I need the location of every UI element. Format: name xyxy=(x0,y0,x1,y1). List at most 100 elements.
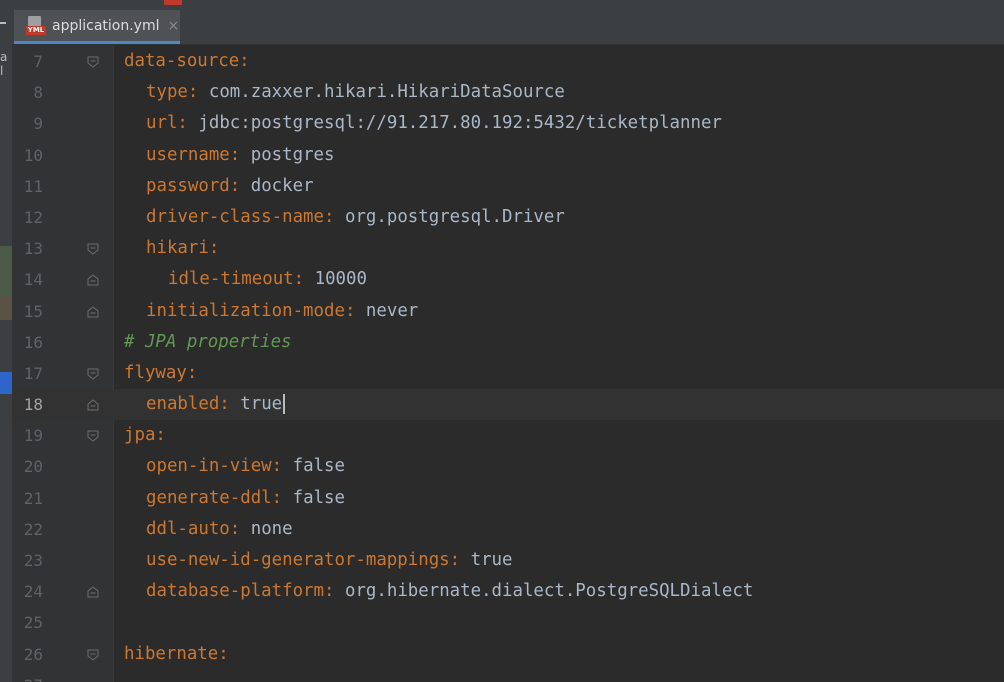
code-line[interactable]: 19 jpa: xyxy=(12,420,1004,451)
yaml-colon: : xyxy=(239,51,250,71)
code-editor[interactable]: 7 data-source: 8 type: com.zaxxer.hikari.Hi… xyxy=(12,45,1004,682)
line-number: 12 xyxy=(23,207,43,227)
fold-collapse-icon[interactable] xyxy=(86,241,100,255)
yaml-key: flyway xyxy=(124,362,187,383)
code-text: url: jdbc:postgresql://91.217.80.192:543… xyxy=(124,108,722,139)
code-line[interactable]: 18 enabled: true xyxy=(12,389,1004,420)
code-line[interactable]: 26 hibernate: xyxy=(12,639,1004,670)
line-number: 23 xyxy=(23,551,43,570)
line-number: 10 xyxy=(23,145,43,165)
fold-collapse-icon[interactable] xyxy=(86,54,100,68)
yaml-colon: : xyxy=(186,362,198,383)
code-line[interactable]: 14 idle-timeout: 10000 xyxy=(12,264,1004,295)
code-text: use-new-id-generator-mappings: true xyxy=(124,545,513,576)
line-number: 9 xyxy=(33,114,43,134)
fold-collapse-icon[interactable] xyxy=(86,647,100,661)
yaml-colon: : xyxy=(219,394,230,415)
line-number: 17 xyxy=(23,363,43,383)
yaml-value: org.postgresql.Driver xyxy=(344,206,565,227)
yaml-colon: : xyxy=(271,487,283,508)
fold-collapse-icon[interactable] xyxy=(86,428,100,442)
code-line[interactable]: 15 initialization-mode: never xyxy=(12,296,1004,327)
code-line[interactable]: 20 open-in-view: false xyxy=(12,451,1004,482)
code-text: initialization-mode: never xyxy=(124,296,418,327)
yaml-colon: : xyxy=(187,82,199,103)
editor-tab-bar: YML application.yml × xyxy=(12,10,1004,45)
code-line[interactable]: 17 flyway: xyxy=(12,358,1004,389)
project-tool-strip: a l xyxy=(0,0,12,682)
yaml-colon: : xyxy=(449,550,461,570)
code-line[interactable]: 23 use-new-id-generator-mappings: true xyxy=(12,545,1004,576)
line-number: 15 xyxy=(23,301,43,321)
yaml-key: database-platform xyxy=(146,581,324,602)
fold-end-icon[interactable] xyxy=(86,397,100,411)
code-text: idle-timeout: 10000 xyxy=(124,264,367,295)
yaml-value: org.hibernate.dialect.PostgreSQLDialect xyxy=(344,581,754,602)
line-number: 7 xyxy=(33,52,43,71)
breadcrumb-bar xyxy=(12,0,1004,10)
fold-end-icon[interactable] xyxy=(86,272,100,286)
yaml-value: none xyxy=(250,518,293,539)
fold-end-icon[interactable] xyxy=(86,304,100,318)
code-text: flyway: xyxy=(124,358,197,389)
yaml-key: type xyxy=(146,82,188,103)
code-line[interactable]: 25 xyxy=(12,607,1004,638)
line-number: 26 xyxy=(23,644,43,664)
yaml-colon: : xyxy=(293,269,305,290)
selected-file-marker[interactable] xyxy=(0,372,12,394)
code-line[interactable]: 11 password: docker xyxy=(12,171,1004,202)
line-number: 22 xyxy=(23,519,43,539)
code-text: database-platform: org.hibernate.dialect… xyxy=(124,576,753,607)
code-line[interactable]: 7 data-source: xyxy=(12,46,1004,77)
yaml-value: true xyxy=(240,394,283,415)
yaml-key: idle-timeout xyxy=(168,269,294,290)
code-line[interactable]: 13 hikari: xyxy=(12,233,1004,264)
code-line[interactable]: 9 url: jdbc:postgresql://91.217.80.192:54… xyxy=(12,108,1004,139)
yaml-key: url xyxy=(146,113,178,134)
fold-collapse-icon[interactable] xyxy=(86,366,100,380)
yaml-colon: : xyxy=(324,581,335,602)
yaml-key: jpa xyxy=(124,425,156,446)
line-number: 19 xyxy=(23,426,43,446)
yaml-colon: : xyxy=(229,518,241,539)
yaml-key: hibernate xyxy=(124,643,219,664)
fold-end-icon[interactable] xyxy=(86,584,100,598)
yaml-value: docker xyxy=(250,175,314,196)
code-line[interactable]: 8 type: com.zaxxer.hikari.HikariDataSourc… xyxy=(12,77,1004,108)
yml-badge: YML xyxy=(26,25,46,35)
yaml-colon: : xyxy=(229,175,241,196)
code-line[interactable]: 24 database-platform: org.hibernate.diale… xyxy=(12,576,1004,607)
code-line[interactable]: 12 driver-class-name: org.postgresql.Driv… xyxy=(12,202,1004,233)
yaml-key: driver-class-name xyxy=(146,206,324,227)
code-line[interactable]: 27 xyxy=(12,670,1004,682)
code-line[interactable]: 22 ddl-auto: none xyxy=(12,514,1004,545)
yaml-colon: : xyxy=(229,144,241,165)
code-lines: 7 data-source: 8 type: com.zaxxer.hikari.Hi… xyxy=(12,46,1004,682)
line-number: 21 xyxy=(23,488,43,508)
yml-file-icon xyxy=(164,0,182,5)
tab-application-yml[interactable]: YML application.yml × xyxy=(14,10,180,44)
yaml-colon: : xyxy=(324,206,335,227)
line-number: 20 xyxy=(23,457,43,477)
line-number: 27 xyxy=(12,670,43,682)
yaml-colon: : xyxy=(271,456,283,477)
close-icon[interactable]: × xyxy=(168,18,180,34)
ide-window: a l YML application.yml × 7 data-source: 8… xyxy=(0,0,1004,682)
line-number: 25 xyxy=(23,613,43,633)
code-line[interactable]: 10 username: postgres xyxy=(12,140,1004,171)
yaml-key: enabled xyxy=(146,394,220,415)
line-number: 11 xyxy=(23,176,43,196)
code-text: driver-class-name: org.postgresql.Driver xyxy=(124,202,565,233)
line-number: 18 xyxy=(23,395,43,415)
code-line[interactable]: 16 # JPA properties xyxy=(12,327,1004,358)
yaml-comment: # JPA properties xyxy=(124,331,292,352)
yaml-value: false xyxy=(292,456,345,477)
line-number: 14 xyxy=(23,270,43,290)
minimize-icon[interactable] xyxy=(0,22,6,24)
yml-file-icon: YML xyxy=(26,15,46,36)
text-caret xyxy=(283,394,286,415)
line-number: 8 xyxy=(33,83,43,103)
code-text: data-source: xyxy=(124,46,250,77)
yaml-key: hikari xyxy=(146,238,209,259)
code-line[interactable]: 21 generate-ddl: false xyxy=(12,483,1004,514)
